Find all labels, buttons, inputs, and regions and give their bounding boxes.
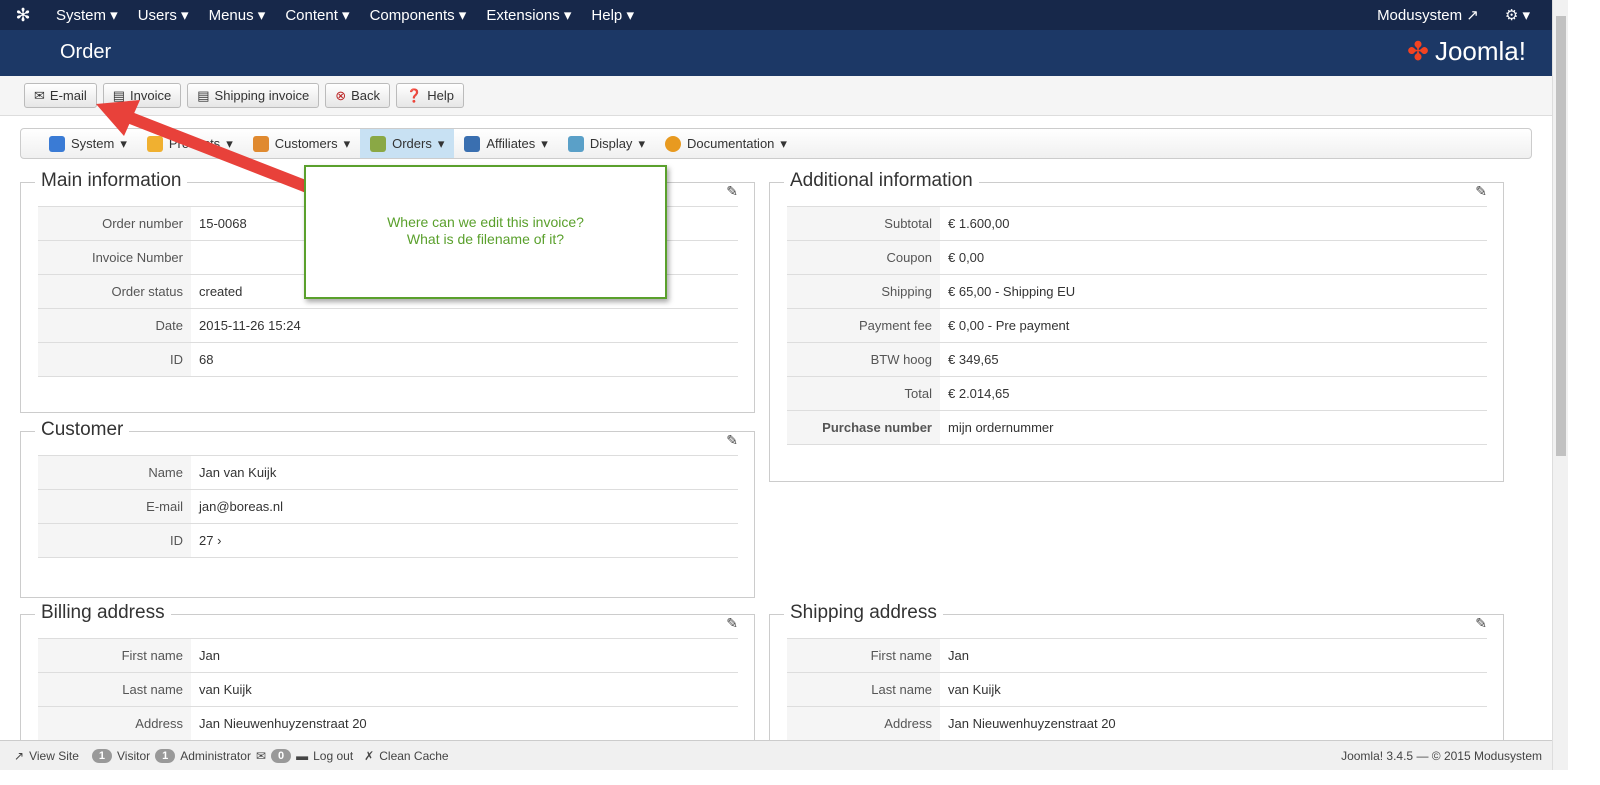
bottom-strip bbox=[0, 770, 1600, 785]
callout-line: Where can we edit this invoice? bbox=[387, 214, 584, 230]
admin-label: Administrator bbox=[180, 748, 251, 763]
version-text: Joomla! 3.4.5 — © 2015 Modusystem bbox=[1341, 748, 1542, 763]
envelope-icon[interactable]: ✉ bbox=[256, 749, 266, 763]
clean-cache-icon: ✗ bbox=[364, 748, 375, 763]
visitor-count-badge: 1 bbox=[91, 748, 112, 763]
callout-line: What is de filename of it? bbox=[406, 231, 565, 247]
view-site-link[interactable]: View Site bbox=[29, 749, 79, 763]
message-count-badge[interactable]: 0 bbox=[271, 748, 292, 763]
visitor-label: Visitor bbox=[117, 748, 151, 763]
admin-count-badge: 1 bbox=[155, 748, 176, 763]
scrollbar-thumb[interactable] bbox=[1556, 16, 1566, 456]
vertical-scrollbar[interactable] bbox=[1552, 0, 1568, 770]
external-link-icon: ↗ bbox=[14, 748, 25, 763]
status-bar: ↗ View Site 1 Visitor 1 Administrator ✉ … bbox=[0, 740, 1552, 770]
clean-cache-link[interactable]: Clean Cache bbox=[379, 749, 448, 763]
logout-link[interactable]: Log out bbox=[313, 749, 353, 763]
annotation-arrow bbox=[96, 100, 318, 196]
annotation-callout: Where can we edit this invoice? What is … bbox=[304, 165, 667, 299]
arrow-shaft bbox=[125, 111, 318, 196]
minus-icon: ▬ bbox=[296, 748, 309, 763]
